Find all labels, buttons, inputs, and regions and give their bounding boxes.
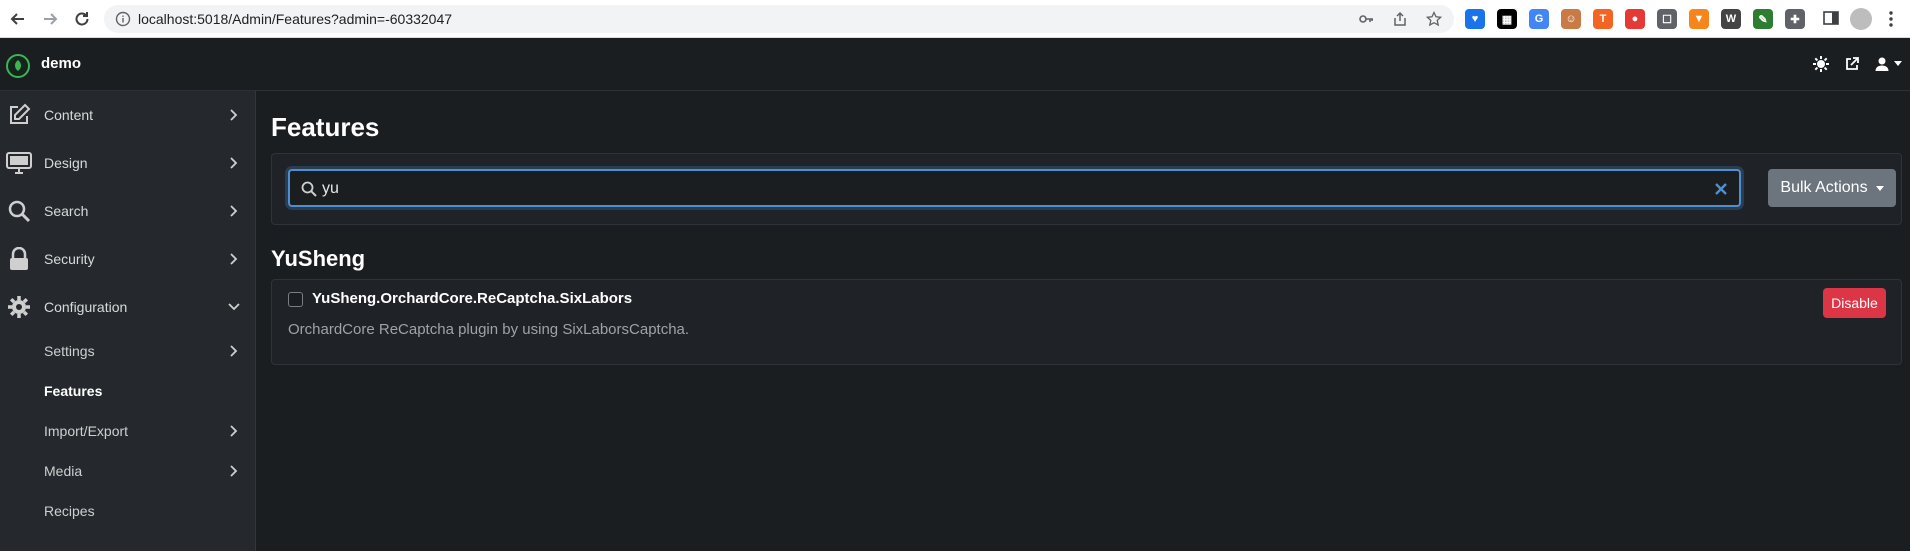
theme-toggle-icon[interactable]	[1812, 54, 1830, 74]
lock-icon	[6, 246, 32, 272]
bulk-actions-button[interactable]: Bulk Actions	[1768, 169, 1896, 207]
gear-icon	[6, 294, 32, 320]
search-icon	[300, 180, 317, 197]
admin-topbar: demo	[0, 38, 1910, 91]
profile-avatar[interactable]	[1850, 8, 1872, 30]
star-icon[interactable]	[1424, 9, 1444, 29]
search-field[interactable]	[288, 169, 1741, 207]
search-input[interactable]	[322, 177, 1702, 201]
caret-down-icon	[1875, 185, 1884, 191]
filter-panel: Bulk Actions	[271, 153, 1902, 225]
sidebar-item-label: Content	[44, 107, 94, 123]
sidebar-subitem-recipes[interactable]: Recipes	[0, 491, 255, 531]
disable-button[interactable]: Disable	[1823, 288, 1886, 318]
admin-sidebar: Content Design Search Security Configura…	[0, 91, 256, 551]
w-ext-icon[interactable]: W	[1721, 9, 1741, 29]
sidebar-subitem-features[interactable]: Features	[0, 371, 255, 411]
feature-checkbox[interactable]	[288, 292, 303, 307]
extensions-bar: ♥ ▦ G ☺ T ● ☐ ▼ W ✎ ✚	[1465, 9, 1805, 29]
chevron-right-icon	[227, 108, 241, 122]
sidebar-item-label: Search	[44, 203, 89, 219]
more-vert-icon[interactable]	[1886, 9, 1896, 29]
forward-button[interactable]	[36, 5, 64, 33]
puzzle-ext-icon[interactable]: ✚	[1785, 9, 1805, 29]
reload-icon	[75, 11, 89, 25]
sidebar-subitem-label: Settings	[44, 343, 95, 359]
sidebar-subitem-import-export[interactable]: Import/Export	[0, 411, 255, 451]
leaf-ext-icon[interactable]: ✎	[1753, 9, 1773, 29]
chevron-right-icon	[227, 252, 241, 266]
external-link-icon[interactable]	[1844, 54, 1860, 74]
chevron-right-icon	[227, 424, 241, 438]
translate-ext-icon[interactable]: G	[1529, 9, 1549, 29]
user-menu-icon[interactable]	[1874, 54, 1902, 74]
back-button[interactable]	[4, 5, 32, 33]
orchard-logo-icon[interactable]	[6, 54, 30, 78]
sidebar-item-label: Security	[44, 251, 95, 267]
bulk-actions-label: Bulk Actions	[1780, 179, 1868, 196]
fox-ext-icon[interactable]: ▼	[1689, 9, 1709, 29]
edit-icon	[6, 102, 32, 128]
clear-search-icon[interactable]	[1713, 181, 1729, 197]
sidebar-subitem-label: Import/Export	[44, 423, 129, 439]
reload-button[interactable]	[68, 5, 96, 33]
arrow-left-icon	[10, 12, 24, 25]
address-bar[interactable]: localhost:5018/Admin/Features?admin=-603…	[104, 5, 1454, 33]
browser-toolbar: localhost:5018/Admin/Features?admin=-603…	[0, 0, 1910, 38]
sidebar-item-search[interactable]: Search	[0, 187, 255, 235]
chevron-down-icon	[227, 300, 241, 314]
heart-ext-icon[interactable]: ♥	[1465, 9, 1485, 29]
sidebar-subitem-label: Features	[44, 383, 103, 399]
category-title: YuSheng	[271, 246, 366, 271]
feature-item: YuSheng.OrchardCore.ReCaptcha.SixLabors …	[271, 279, 1902, 365]
calendar-ext-icon[interactable]: ▦	[1497, 9, 1517, 29]
feature-description: OrchardCore ReCaptcha plugin by using Si…	[288, 321, 690, 338]
sidebar-item-content[interactable]: Content	[0, 91, 255, 139]
sidebar-item-label: Configuration	[44, 299, 128, 315]
share-icon[interactable]	[1390, 9, 1410, 29]
chevron-right-icon	[227, 344, 241, 358]
sidebar-item-security[interactable]: Security	[0, 235, 255, 283]
face-ext-icon[interactable]: ☺	[1561, 9, 1581, 29]
sidebar-subitem-label: Media	[44, 463, 83, 479]
sidebar-subitem-settings[interactable]: Settings	[0, 331, 255, 371]
sidebar-panel-icon[interactable]	[1822, 9, 1842, 29]
site-info-icon[interactable]	[114, 10, 132, 28]
chevron-right-icon	[227, 156, 241, 170]
chevron-right-icon	[227, 204, 241, 218]
sidebar-item-design[interactable]: Design	[0, 139, 255, 187]
address-url: localhost:5018/Admin/Features?admin=-603…	[138, 11, 453, 27]
sidebar-subitem-media[interactable]: Media	[0, 451, 255, 491]
sidebar-subitem-label: Recipes	[44, 503, 95, 519]
search-icon	[6, 198, 32, 224]
red-ext-icon[interactable]: ●	[1625, 9, 1645, 29]
brand-name[interactable]: demo	[41, 55, 81, 72]
monitor-icon	[6, 150, 32, 176]
sidebar-item-configuration[interactable]: Configuration	[0, 283, 255, 331]
main-content: Features Bulk Actions YuSheng YuSheng.Or…	[256, 91, 1910, 551]
feature-name: YuSheng.OrchardCore.ReCaptcha.SixLabors	[312, 290, 633, 307]
page-title: Features	[271, 112, 380, 142]
key-icon[interactable]	[1356, 9, 1376, 29]
chevron-right-icon	[227, 464, 241, 478]
orange-ext-icon[interactable]: T	[1593, 9, 1613, 29]
sidebar-item-label: Design	[44, 155, 88, 171]
arrow-right-icon	[44, 12, 58, 25]
robot-ext-icon[interactable]: ☐	[1657, 9, 1677, 29]
